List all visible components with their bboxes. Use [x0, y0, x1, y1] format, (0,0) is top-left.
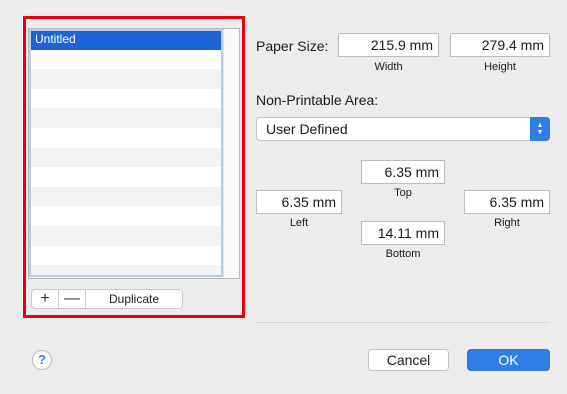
- list-item[interactable]: [30, 147, 222, 168]
- paper-width-field[interactable]: 215.9 mm: [338, 33, 439, 57]
- right-caption: Right: [494, 217, 520, 229]
- left-caption: Left: [289, 217, 309, 229]
- height-caption: Height: [484, 61, 516, 73]
- add-button[interactable]: +: [32, 290, 59, 308]
- list-item[interactable]: [30, 225, 222, 246]
- help-button[interactable]: ?: [32, 350, 52, 370]
- duplicate-button[interactable]: Duplicate: [86, 290, 182, 308]
- list-item[interactable]: [30, 69, 222, 89]
- right-margin-field[interactable]: 6.35 mm: [464, 190, 550, 214]
- width-caption: Width: [374, 61, 403, 73]
- list-actions-bar: + — Duplicate: [31, 289, 183, 309]
- paper-height-field[interactable]: 279.4 mm: [450, 33, 550, 57]
- non-printable-area-label: Non-Printable Area:: [256, 92, 379, 108]
- list-scrollbar[interactable]: [223, 29, 239, 278]
- select-value: User Defined: [266, 121, 348, 137]
- list-item[interactable]: Untitled: [30, 30, 222, 50]
- top-caption: Top: [394, 187, 412, 199]
- paper-size-label: Paper Size:: [256, 38, 329, 54]
- list-item[interactable]: [30, 206, 222, 226]
- non-printable-area-select[interactable]: User Defined ▲ ▼: [256, 117, 550, 141]
- cancel-button[interactable]: Cancel: [368, 349, 449, 371]
- list-item[interactable]: [30, 167, 222, 187]
- left-margin-field[interactable]: 6.35 mm: [256, 190, 342, 214]
- paper-size-list[interactable]: Untitled: [28, 28, 240, 279]
- divider: [256, 322, 550, 323]
- list-item[interactable]: [30, 246, 222, 266]
- list-item[interactable]: [30, 89, 222, 109]
- remove-button[interactable]: —: [59, 290, 86, 308]
- list-item[interactable]: [30, 50, 222, 70]
- bottom-margin-field[interactable]: 14.11 mm: [361, 221, 445, 245]
- ok-button[interactable]: OK: [467, 349, 550, 371]
- top-margin-field[interactable]: 6.35 mm: [361, 160, 445, 184]
- list-rows: Untitled: [30, 30, 222, 278]
- bottom-caption: Bottom: [385, 248, 421, 260]
- chevron-updown-icon: ▲ ▼: [530, 117, 550, 141]
- list-item[interactable]: [30, 186, 222, 207]
- list-item[interactable]: [30, 265, 222, 278]
- list-item[interactable]: [30, 128, 222, 148]
- list-item[interactable]: [30, 108, 222, 128]
